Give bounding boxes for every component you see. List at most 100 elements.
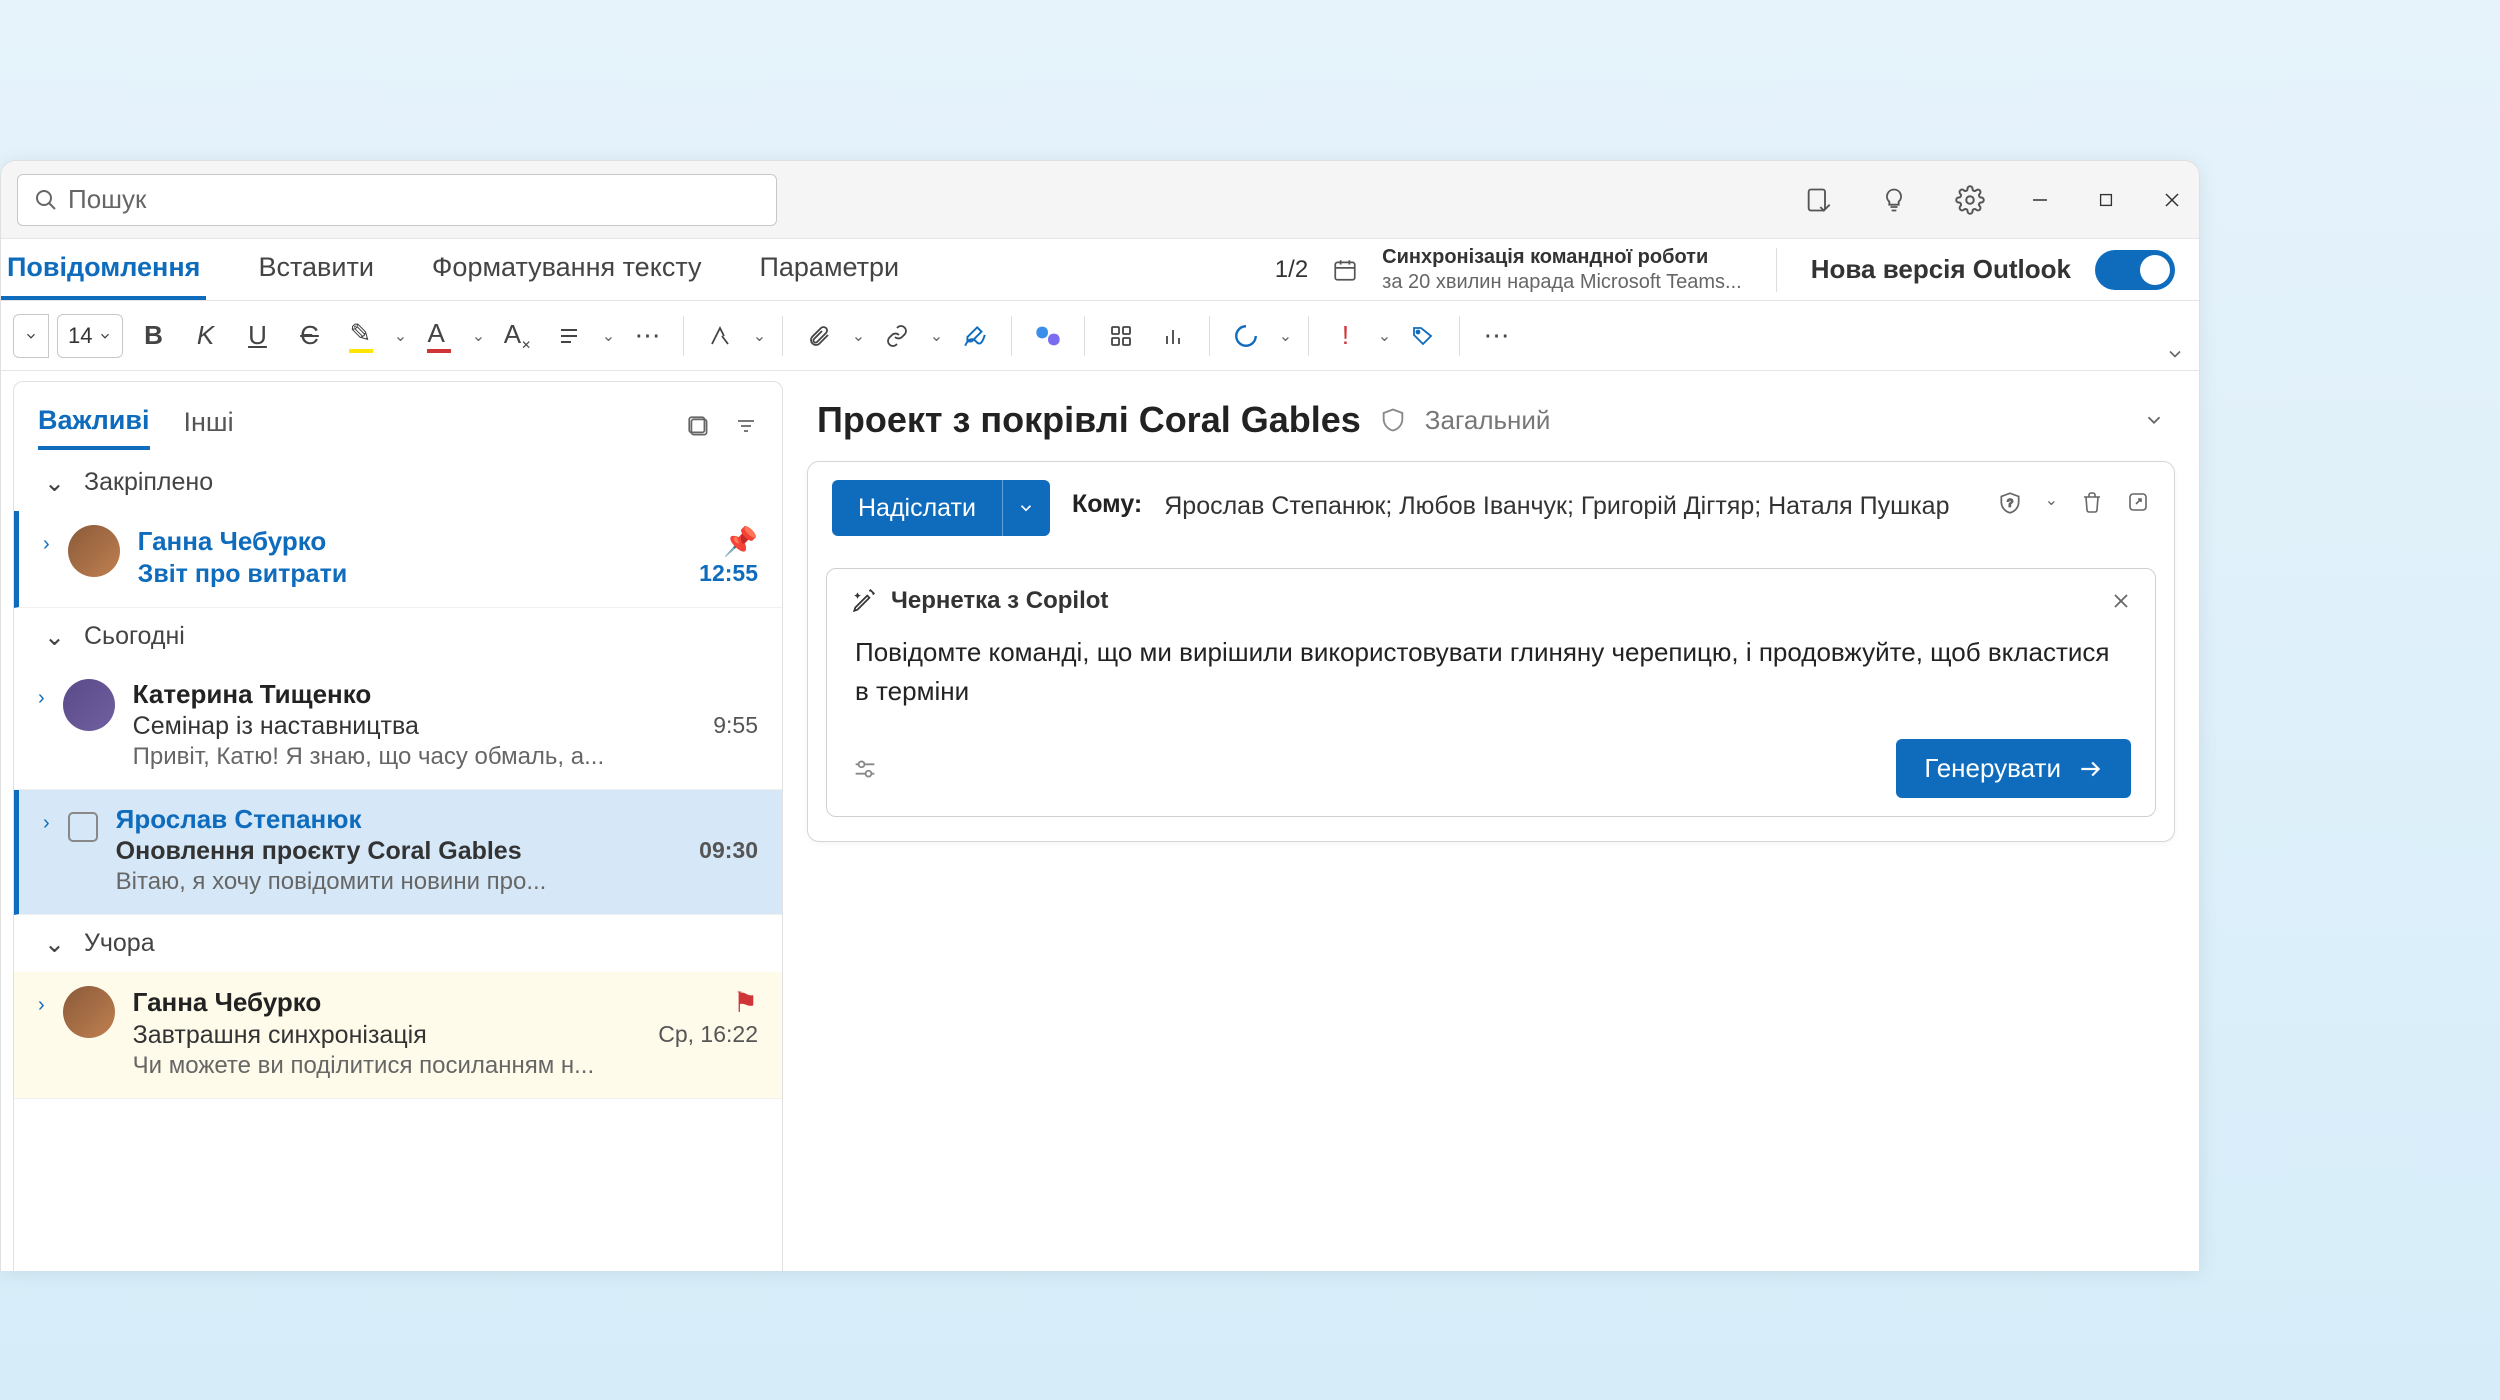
- delete-draft-icon[interactable]: [2080, 490, 2104, 516]
- italic-button[interactable]: K: [183, 314, 227, 358]
- sensitivity-icon[interactable]: ?: [1997, 490, 2023, 516]
- font-family-dropdown[interactable]: [13, 314, 49, 358]
- avatar: [63, 986, 115, 1038]
- tab-options[interactable]: Параметри: [753, 239, 905, 300]
- close-button[interactable]: [2161, 189, 2183, 211]
- expand-icon[interactable]: ›: [38, 679, 45, 771]
- apps-button[interactable]: [1099, 314, 1143, 358]
- avatar: [63, 679, 115, 731]
- chevron-down-icon: ⌄: [44, 622, 65, 652]
- send-dropdown[interactable]: [1002, 480, 1050, 536]
- highlight-dropdown[interactable]: ⌄: [391, 314, 409, 358]
- signature-button[interactable]: [953, 314, 997, 358]
- expand-icon[interactable]: ›: [43, 804, 50, 896]
- message-preview: Чи можете ви поділитися посиланням н...: [133, 1052, 758, 1080]
- poll-button[interactable]: [1151, 314, 1195, 358]
- calendar-icon[interactable]: [1332, 257, 1358, 283]
- underline-button[interactable]: U: [235, 314, 279, 358]
- send-button[interactable]: Надіслати: [832, 480, 1050, 536]
- new-outlook-toggle[interactable]: [2095, 250, 2175, 290]
- sync-subtitle: за 20 хвилин нарада Microsoft Teams...: [1382, 270, 1742, 295]
- sync-reminder[interactable]: Синхронізація командної роботи за 20 хви…: [1382, 245, 1742, 295]
- tab-insert[interactable]: Вставити: [252, 239, 379, 300]
- compose-card: Надіслати Кому: Ярослав Степанюк; Любов …: [807, 461, 2175, 842]
- tasks-icon[interactable]: [1803, 185, 1833, 215]
- copilot-options-icon[interactable]: [851, 755, 879, 783]
- bold-button[interactable]: B: [131, 314, 175, 358]
- message-time: 12:55: [699, 560, 758, 587]
- message-subject: Семінар із наставництва: [133, 712, 419, 741]
- maximize-button[interactable]: [2095, 189, 2117, 211]
- font-color-dropdown[interactable]: ⌄: [469, 314, 487, 358]
- sync-title: Синхронізація командної роботи: [1382, 245, 1742, 270]
- close-icon[interactable]: [2111, 591, 2131, 611]
- highlight-button[interactable]: ✎: [339, 314, 383, 358]
- compose-actions: ? ⌄: [1997, 480, 2150, 516]
- message-checkbox[interactable]: [68, 812, 98, 842]
- styles-button[interactable]: [698, 314, 742, 358]
- link-button[interactable]: [875, 314, 919, 358]
- tab-other[interactable]: Інші: [184, 407, 234, 448]
- font-color-button[interactable]: A: [417, 314, 461, 358]
- to-label: Кому:: [1072, 480, 1142, 519]
- loop-button[interactable]: [1224, 314, 1268, 358]
- importance-dropdown[interactable]: ⌄: [1375, 314, 1393, 358]
- clear-format-button[interactable]: A✕: [495, 314, 539, 358]
- settings-icon[interactable]: [1955, 185, 1985, 215]
- message-time: 09:30: [699, 837, 758, 864]
- section-today[interactable]: ⌄ Сьогодні: [14, 608, 782, 665]
- chevron-down-icon[interactable]: ⌄: [2045, 490, 2058, 516]
- copilot-prompt[interactable]: Повідомте команді, що ми вирішили викори…: [851, 615, 2131, 711]
- message-item[interactable]: › Ганна Чебурко📌 Звіт про витрати12:55: [14, 511, 782, 608]
- search-box[interactable]: Пошук: [17, 174, 777, 226]
- attach-button[interactable]: [797, 314, 841, 358]
- reading-header: Проект з покрівлі Coral Gables Загальний: [807, 389, 2175, 461]
- shield-icon: [1379, 406, 1407, 434]
- section-yesterday[interactable]: ⌄ Учора: [14, 915, 782, 972]
- copilot-panel: Чернетка з Copilot Повідомте команді, що…: [826, 568, 2156, 817]
- loop-dropdown[interactable]: ⌄: [1276, 314, 1294, 358]
- tab-message[interactable]: Повідомлення: [1, 239, 206, 300]
- message-subject: Звіт про витрати: [138, 560, 348, 589]
- message-item[interactable]: › Катерина Тищенко Семінар із наставницт…: [14, 665, 782, 790]
- expand-icon[interactable]: ›: [38, 986, 45, 1080]
- flag-icon[interactable]: ⚑: [733, 986, 758, 1019]
- strikethrough-button[interactable]: Є: [287, 314, 331, 358]
- message-sender: Ганна Чебурко: [133, 987, 322, 1018]
- more-button[interactable]: ⋯: [1474, 314, 1518, 358]
- copilot-icon[interactable]: [1026, 314, 1070, 358]
- more-format-button[interactable]: ⋯: [625, 314, 669, 358]
- font-size-dropdown[interactable]: 14: [57, 314, 123, 358]
- tab-format[interactable]: Форматування тексту: [426, 239, 708, 300]
- window-controls: [2029, 189, 2183, 211]
- expand-icon[interactable]: ›: [43, 525, 50, 589]
- message-preview: Вітаю, я хочу повідомити новини про...: [116, 868, 758, 896]
- to-recipients[interactable]: Ярослав Степанюк; Любов Іванчук; Григорі…: [1164, 480, 1974, 526]
- styles-dropdown[interactable]: ⌄: [750, 314, 768, 358]
- importance-button[interactable]: !: [1323, 314, 1367, 358]
- message-item-selected[interactable]: › Ярослав Степанюк Оновлення проєкту Cor…: [14, 790, 782, 915]
- popout-icon[interactable]: [2126, 490, 2150, 516]
- section-pinned[interactable]: ⌄ Закріплено: [14, 454, 782, 511]
- lightbulb-icon[interactable]: [1879, 185, 1909, 215]
- attach-dropdown[interactable]: ⌄: [849, 314, 867, 358]
- ribbon-expand-icon[interactable]: [2165, 344, 2185, 364]
- message-item[interactable]: › Ганна Чебурко⚑ Завтрашня синхронізація…: [14, 972, 782, 1099]
- paragraph-button[interactable]: [547, 314, 591, 358]
- chevron-down-icon: ⌄: [44, 468, 65, 498]
- chevron-down-icon: ⌄: [44, 929, 65, 959]
- link-dropdown[interactable]: ⌄: [927, 314, 945, 358]
- thread-tag: Загальний: [1425, 405, 1551, 436]
- pin-icon[interactable]: 📌: [723, 525, 758, 558]
- copilot-title: Чернетка з Copilot: [891, 587, 1108, 615]
- paragraph-dropdown[interactable]: ⌄: [599, 314, 617, 358]
- thread-collapse-icon[interactable]: [2143, 409, 2165, 431]
- app-window: Пошук Повідомлення Вставити Форматування…: [0, 160, 2200, 1271]
- minimize-button[interactable]: [2029, 189, 2051, 211]
- tag-button[interactable]: [1401, 314, 1445, 358]
- generate-button[interactable]: Генерувати: [1896, 739, 2131, 798]
- generate-label: Генерувати: [1924, 753, 2061, 784]
- tab-focused[interactable]: Важливі: [38, 405, 150, 450]
- filter-icon[interactable]: [734, 414, 758, 440]
- select-mode-icon[interactable]: [686, 414, 712, 440]
